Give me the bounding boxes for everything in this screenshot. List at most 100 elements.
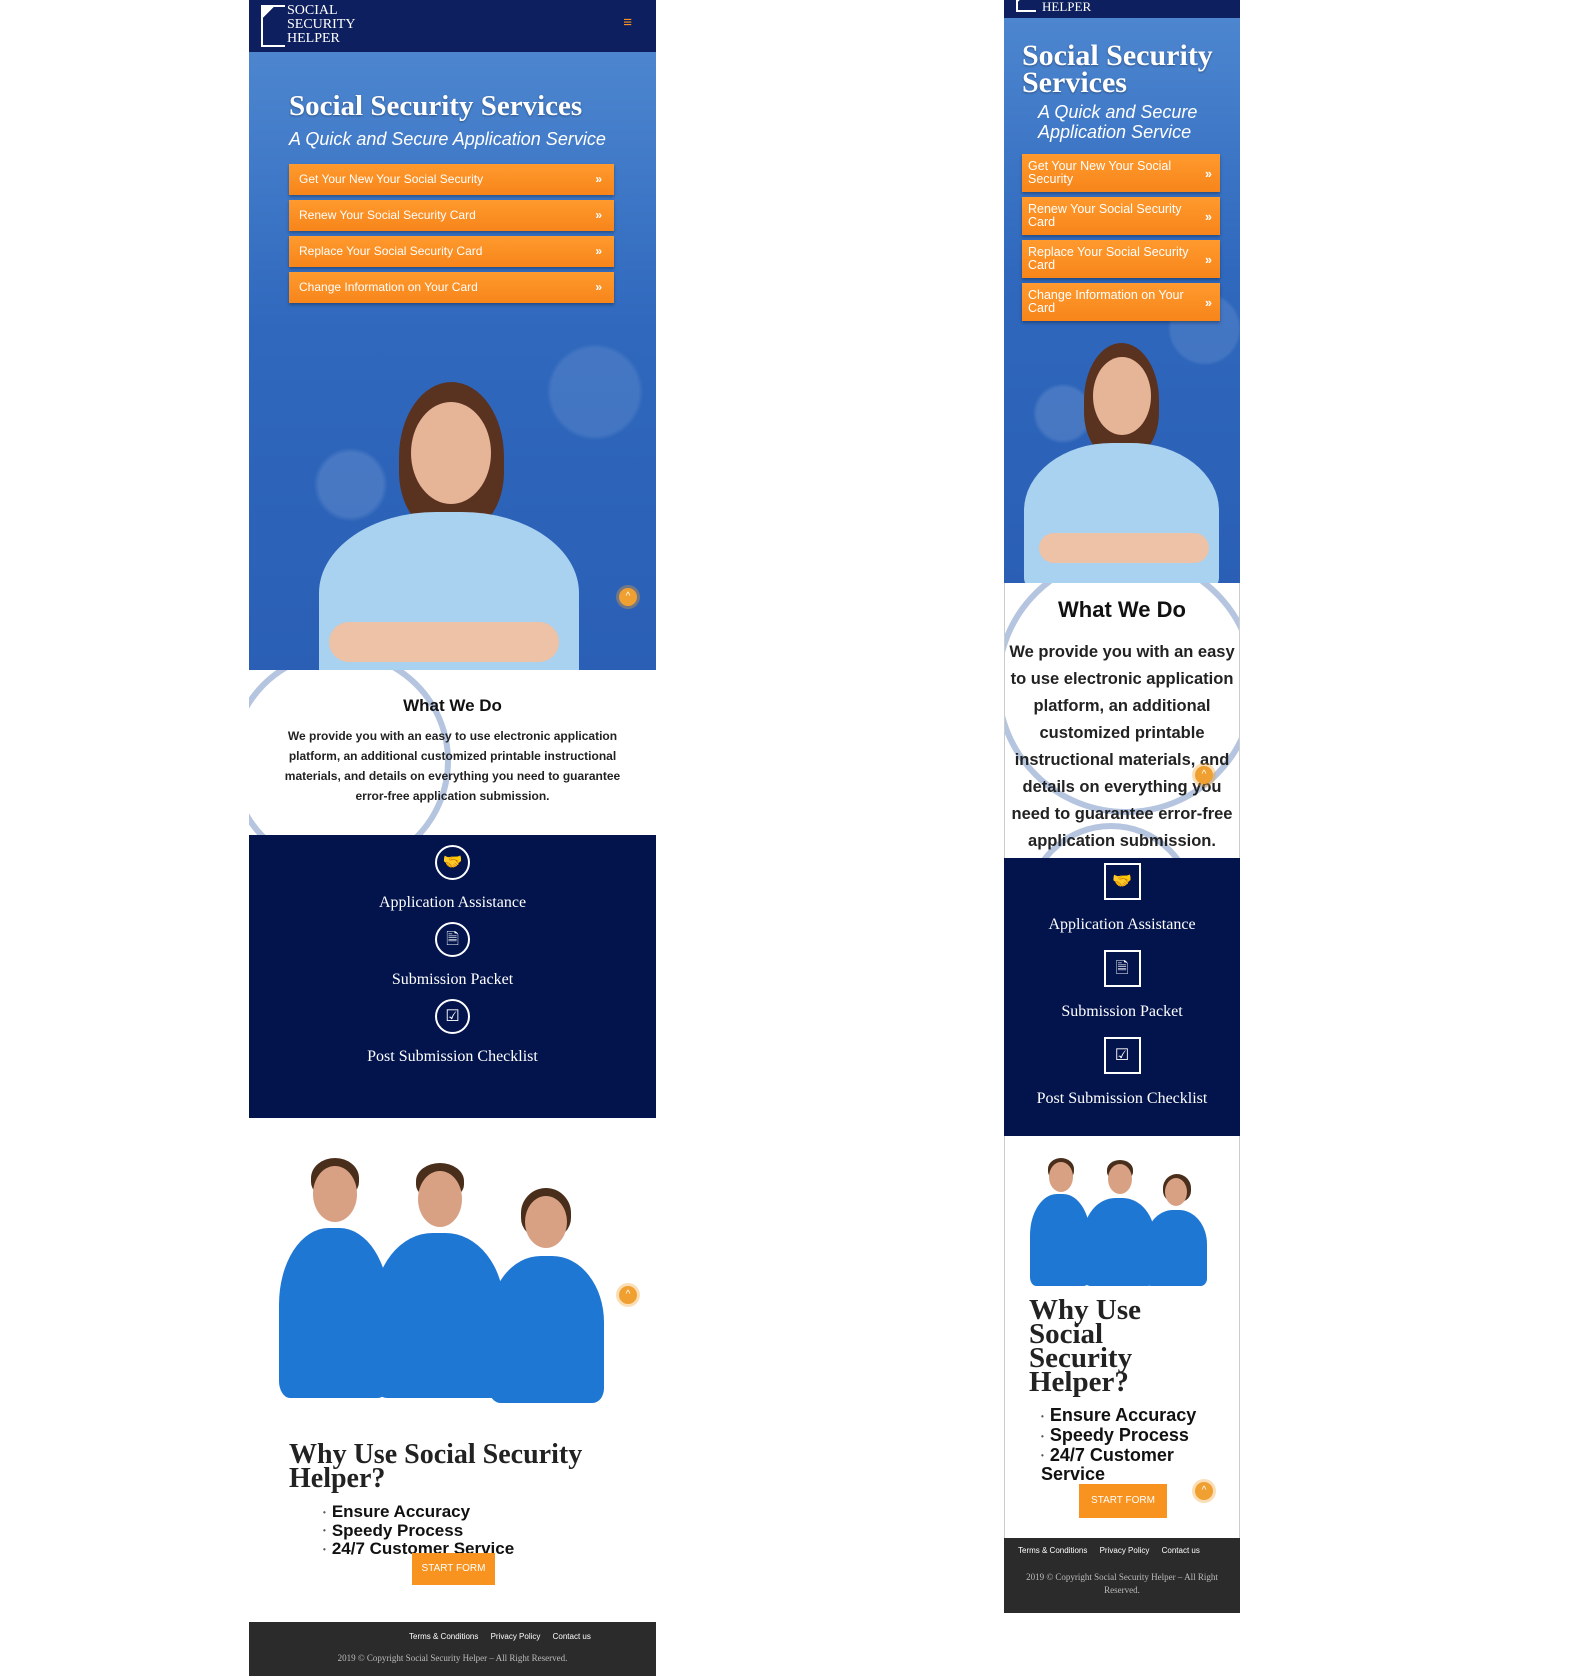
service-title: Submission Packet <box>1061 1003 1183 1020</box>
service-item: 🤝 Application Assistance <box>249 845 656 912</box>
chevron-right-icon: » <box>595 280 602 294</box>
what-we-do-text: We provide you with an easy to use elect… <box>1009 643 1235 850</box>
service-item: 🗎 Submission Packet <box>1004 950 1240 1021</box>
checklist-icon: ☑ <box>1103 1037 1141 1074</box>
site-logo[interactable]: SOCIAL SECURITY HELPER <box>261 3 356 47</box>
what-we-do-section: What We Do We provide you with an easy t… <box>1004 583 1240 858</box>
handshake-icon: 🤝 <box>435 845 470 880</box>
benefit-item: Speedy Process <box>323 1521 656 1541</box>
agent-figure <box>489 1188 604 1403</box>
renew-card-button[interactable]: Renew Your Social Security Card » <box>289 200 614 231</box>
service-item: 🤝 Application Assistance <box>1004 863 1240 934</box>
terms-link[interactable]: Terms & Conditions <box>409 1632 478 1641</box>
start-form-button[interactable]: START FORM <box>1079 1484 1167 1518</box>
agent-figure <box>1030 1158 1090 1286</box>
why-heading: Why Use Social Security Helper? <box>1029 1294 1141 1398</box>
site-header: SOCIAL SECURITY HELPER ≡ <box>249 0 656 52</box>
benefit-item: 24/7 Customer Service <box>1041 1445 1239 1485</box>
agent-figure <box>374 1163 504 1398</box>
contact-link[interactable]: Contact us <box>1162 1546 1200 1555</box>
support-agent-image <box>289 382 609 670</box>
hero-button-list: Get Your New Your Social Security » Renew… <box>1022 154 1220 321</box>
privacy-link[interactable]: Privacy Policy <box>491 1632 541 1641</box>
get-new-ss-button[interactable]: Get Your New Your Social Security » <box>289 164 614 195</box>
chevron-right-icon: » <box>595 172 602 186</box>
terms-link[interactable]: Terms & Conditions <box>1018 1546 1087 1555</box>
contact-link[interactable]: Contact us <box>553 1632 591 1641</box>
scroll-to-top-button[interactable]: ^ <box>1195 1482 1213 1500</box>
copyright-text: 2019 © Copyright Social Security Helper … <box>1026 1572 1218 1595</box>
footer-links: Terms & Conditions Privacy Policy Contac… <box>1004 1538 1240 1555</box>
replace-card-button[interactable]: Replace Your Social Security Card » <box>289 236 614 267</box>
what-we-do-section: What We Do We provide you with an easy t… <box>249 670 656 835</box>
what-we-do-heading: What We Do <box>1058 597 1186 622</box>
button-label: Renew Your Social Security Card <box>1028 202 1182 229</box>
replace-card-button[interactable]: Replace Your Social Security Card » <box>1022 240 1220 278</box>
services-section: 🤝 Application Assistance 🗎 Submission Pa… <box>249 835 656 1118</box>
scroll-to-top-button[interactable]: ^ <box>619 1286 637 1304</box>
service-title: Application Assistance <box>378 894 527 911</box>
logo-mark-icon <box>1016 0 1036 12</box>
site-logo[interactable]: HELPER <box>1016 0 1091 14</box>
change-info-button[interactable]: Change Information on Your Card » <box>289 272 614 303</box>
hero-title: Social Security Services <box>1022 39 1213 99</box>
start-form-button[interactable]: START FORM <box>412 1553 495 1585</box>
hero-button-list: Get Your New Your Social Security » Renew… <box>289 164 614 303</box>
button-label: Get Your New Your Social Security <box>1028 159 1172 186</box>
service-title: Application Assistance <box>1048 916 1196 933</box>
hero-title: Social Security Services <box>289 90 583 122</box>
document-icon: 🗎 <box>1103 950 1141 987</box>
site-header: HELPER <box>1004 0 1240 18</box>
benefit-item: Speedy Process <box>1041 1425 1239 1446</box>
logo-line-3: HELPER <box>1042 0 1092 14</box>
service-title: Post Submission Checklist <box>1036 1090 1208 1107</box>
get-new-ss-button[interactable]: Get Your New Your Social Security » <box>1022 154 1220 192</box>
button-label: Get Your New Your Social Security <box>299 172 484 186</box>
chevron-right-icon: » <box>595 244 602 258</box>
change-info-button[interactable]: Change Information on Your Card » <box>1022 283 1220 321</box>
service-item: ☑ Post Submission Checklist <box>1004 1037 1240 1108</box>
agent-figure <box>1145 1174 1207 1286</box>
button-label: Change Information on Your Card <box>299 280 478 294</box>
page-desktop-view: SOCIAL SECURITY HELPER ≡ Social Security… <box>249 0 656 1676</box>
chevron-right-icon: » <box>1205 296 1212 310</box>
hero-section: Social Security Services A Quick and Sec… <box>249 52 656 670</box>
logo-mark-icon <box>261 5 285 47</box>
service-item: ☑ Post Submission Checklist <box>249 999 656 1066</box>
scroll-to-top-button[interactable]: ^ <box>619 588 637 606</box>
service-title: Post Submission Checklist <box>367 1048 538 1065</box>
hero-subtitle: A Quick and Secure Application Service <box>1038 102 1198 142</box>
team-image: ^ <box>249 1118 656 1403</box>
support-agent-image <box>1009 343 1229 583</box>
benefit-item: Ensure Accuracy <box>323 1503 656 1522</box>
chevron-right-icon: » <box>1205 253 1212 267</box>
why-section: Why Use Social Security Helper? Ensure A… <box>1004 1286 1240 1538</box>
site-footer: Terms & Conditions Privacy Policy Contac… <box>249 1622 656 1676</box>
benefit-list: Ensure Accuracy Speedy Process 24/7 Cust… <box>1041 1406 1239 1484</box>
team-image <box>1004 1136 1240 1286</box>
chevron-right-icon: » <box>1205 210 1212 224</box>
service-item: 🗎 Submission Packet <box>249 922 656 989</box>
button-label: Change Information on Your Card <box>1028 288 1184 315</box>
chevron-right-icon: » <box>595 208 602 222</box>
logo-line-3: HELPER <box>287 31 340 46</box>
hero-section: Social Security Services A Quick and Sec… <box>1004 18 1240 583</box>
checklist-icon: ☑ <box>435 999 470 1034</box>
logo-line-2: SECURITY <box>287 17 356 32</box>
button-label: Renew Your Social Security Card <box>299 208 476 222</box>
menu-icon[interactable]: ≡ <box>623 14 632 31</box>
privacy-link[interactable]: Privacy Policy <box>1100 1546 1150 1555</box>
document-icon: 🗎 <box>435 922 470 957</box>
services-section: 🤝 Application Assistance 🗎 Submission Pa… <box>1004 858 1240 1136</box>
why-heading: Why Use Social Security Helper? <box>289 1439 583 1494</box>
benefit-list: Ensure Accuracy Speedy Process 24/7 Cust… <box>323 1503 656 1559</box>
logo-line-1: SOCIAL <box>287 3 338 18</box>
button-label: Replace Your Social Security Card <box>1028 245 1189 272</box>
what-we-do-heading: What We Do <box>403 696 502 715</box>
service-title: Submission Packet <box>391 971 514 988</box>
site-footer: Terms & Conditions Privacy Policy Contac… <box>1004 1538 1240 1613</box>
agent-figure <box>279 1158 389 1398</box>
handshake-icon: 🤝 <box>1103 863 1141 900</box>
scroll-to-top-button[interactable]: ^ <box>1195 766 1213 784</box>
renew-card-button[interactable]: Renew Your Social Security Card » <box>1022 197 1220 235</box>
